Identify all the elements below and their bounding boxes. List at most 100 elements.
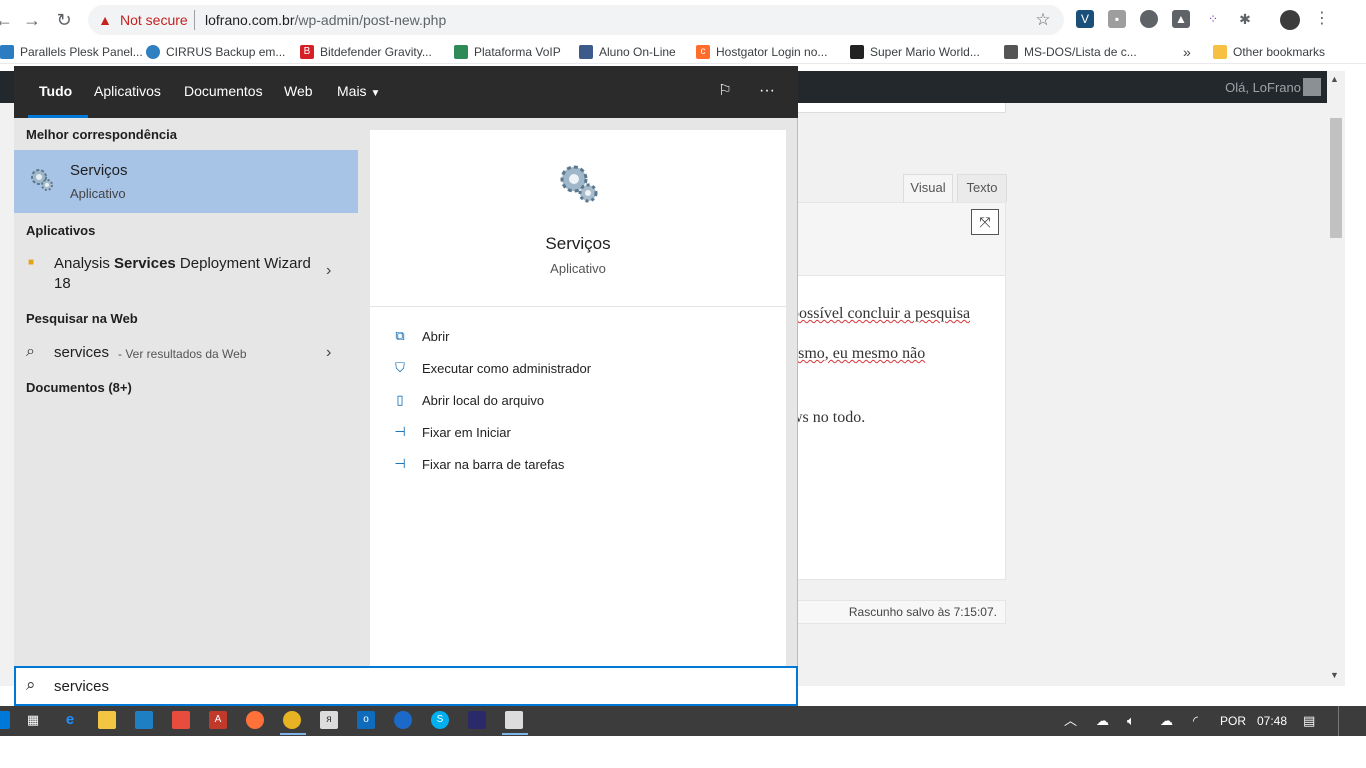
profile-avatar[interactable] — [1280, 10, 1300, 30]
bookmark-star-icon[interactable]: ☆ — [1032, 9, 1054, 31]
start-button[interactable] — [0, 711, 10, 729]
wp-title-field[interactable] — [790, 103, 1006, 113]
scroll-down-icon[interactable]: ▼ — [1330, 670, 1339, 680]
show-desktop-button[interactable] — [1338, 706, 1339, 736]
search-tabs-bar: Tudo Aplicativos Documentos Web Mais ▼ ⚐… — [14, 66, 798, 118]
bookmark-item[interactable]: Plataforma VoIP — [454, 43, 561, 61]
tab-web[interactable]: Web — [284, 66, 313, 118]
search-box[interactable]: ⌕ — [14, 666, 798, 706]
other-bookmarks[interactable]: Other bookmarks — [1213, 43, 1325, 61]
tab-more[interactable]: Mais ▼ — [337, 66, 380, 118]
bookmark-item[interactable]: Super Mario World... — [850, 43, 980, 61]
services-taskbar-icon[interactable] — [505, 711, 523, 729]
extension-circle-icon[interactable] — [1140, 10, 1158, 28]
upload-cloud-icon[interactable]: ☁ — [1160, 712, 1173, 730]
volume-icon[interactable]: 🔈︎ — [1127, 712, 1135, 730]
bookmark-item[interactable]: B Bitdefender Gravity... — [300, 43, 432, 61]
chrome-menu-icon[interactable]: ⋮ — [1313, 10, 1331, 28]
anydesk-icon[interactable] — [172, 711, 190, 729]
bookmark-item[interactable]: Parallels Plesk Panel... — [0, 43, 143, 61]
action-run-as-admin[interactable]: ⛉ Executar como administrador — [392, 356, 591, 380]
tab-apps[interactable]: Aplicativos — [94, 66, 161, 118]
voip-icon — [454, 45, 468, 59]
address-bar[interactable]: ▲ Not secure lofrano.com.br/wp-admin/pos… — [88, 5, 1064, 35]
reload-icon[interactable]: ↻ — [52, 8, 76, 32]
clock[interactable]: 07:48 — [1257, 712, 1287, 730]
file-location-icon: ▯ — [396, 392, 404, 407]
tab-all[interactable]: Tudo — [39, 66, 72, 118]
back-arrow-icon[interactable]: ← — [0, 8, 16, 32]
outlook-icon[interactable]: o — [357, 711, 375, 729]
feedback-icon[interactable]: ⚐ — [714, 80, 736, 102]
open-icon: ⧉ — [395, 328, 405, 343]
search-icon: ⌕ — [26, 343, 35, 360]
extension-drive-icon[interactable]: ▲ — [1172, 10, 1190, 28]
web-result-item[interactable]: ⌕ services - Ver resultados da Web › — [14, 340, 358, 368]
action-open[interactable]: ⧉ Abrir — [392, 324, 449, 348]
extension-chat-icon[interactable]: ▪ — [1108, 10, 1126, 28]
chevron-right-icon[interactable]: › — [326, 262, 331, 280]
wp-tab-text[interactable]: Texto — [957, 174, 1007, 202]
action-open-file-location[interactable]: ▯ Abrir local do arquivo — [392, 388, 544, 412]
onedrive-cloud-icon[interactable]: ☁ — [1096, 712, 1109, 730]
tab-documents[interactable]: Documentos — [184, 66, 263, 118]
extensions-puzzle-icon[interactable]: ✱ — [1236, 10, 1254, 28]
bookmark-item[interactable]: MS-DOS/Lista de c... — [1004, 43, 1137, 61]
invader-icon — [850, 45, 864, 59]
bookmark-item[interactable]: c Hostgator Login no... — [696, 43, 827, 61]
chrome-icon[interactable] — [283, 711, 301, 729]
detail-title: Serviços — [545, 234, 611, 253]
firefox-icon[interactable] — [246, 711, 264, 729]
not-secure-label[interactable]: Not secure — [120, 12, 188, 28]
language-indicator[interactable]: POR — [1220, 712, 1246, 730]
action-pin-to-start[interactable]: ⊣ Fixar em Iniciar — [392, 420, 511, 444]
app-result-item[interactable]: ■ Analysis Services Deployment Wizard 18… — [14, 252, 358, 296]
search-input[interactable] — [54, 675, 754, 697]
skype-icon[interactable]: S — [431, 711, 449, 729]
scroll-up-icon[interactable]: ▲ — [1330, 74, 1339, 84]
best-match-item[interactable]: Serviços Aplicativo — [14, 150, 358, 213]
wp-draft-status: Rascunho salvo às 7:15:07. — [790, 600, 1006, 624]
extension-dots-icon[interactable]: ⁘ — [1204, 10, 1222, 28]
file-explorer-icon[interactable] — [98, 711, 116, 729]
cpanel-icon: c — [696, 45, 710, 59]
action-pin-to-taskbar[interactable]: ⊣ Fixar na barra de tarefas — [392, 452, 564, 476]
services-gear-icon — [560, 165, 598, 203]
detail-subtitle: Aplicativo — [550, 261, 606, 276]
app-icon: ■ — [28, 257, 35, 268]
active-app-indicator — [502, 733, 528, 735]
windows-taskbar: ▦ e A ᴙ o S ︿ ☁ 🔈︎ ☁ ◜ POR 07:48 ▤ — [0, 706, 1366, 736]
notifications-icon[interactable]: ▤ — [1303, 712, 1315, 730]
services-gear-icon — [31, 169, 53, 191]
teamviewer-icon[interactable] — [394, 711, 412, 729]
search-icon: ⌕ — [26, 675, 36, 694]
wp-user-avatar[interactable] — [1303, 78, 1321, 96]
pin-taskbar-icon: ⊣ — [394, 456, 406, 471]
best-match-title: Serviços — [70, 162, 128, 179]
scrollbar-thumb[interactable] — [1330, 118, 1342, 238]
more-options-icon[interactable]: ··· — [756, 80, 778, 102]
wp-editor-content[interactable]: possível concluir a pesquisa esmo, eu me… — [790, 276, 1006, 580]
documents-section-header[interactable]: Documentos (8+) — [26, 380, 132, 395]
url-text[interactable]: lofrano.com.br/wp-admin/post-new.php — [205, 12, 446, 28]
fullscreen-icon[interactable]: ⤧ — [971, 209, 999, 235]
wp-greeting[interactable]: Olá, LoFrano — [1225, 80, 1301, 95]
chevron-right-icon[interactable]: › — [326, 344, 331, 362]
trello-icon[interactable] — [135, 711, 153, 729]
bookmark-item[interactable]: CIRRUS Backup em... — [146, 43, 285, 61]
task-view-icon[interactable]: ▦ — [24, 711, 42, 729]
extension-v-icon[interactable]: V — [1076, 10, 1094, 28]
app-icon[interactable] — [468, 711, 486, 729]
wifi-icon[interactable]: ◜ — [1193, 712, 1198, 730]
edge-icon[interactable]: e — [61, 711, 79, 729]
photos-icon[interactable]: ᴙ — [320, 711, 338, 729]
bookmark-item[interactable]: Aluno On-Line — [579, 43, 676, 61]
bookmarks-overflow-button[interactable]: » — [1183, 43, 1191, 61]
bookmarks-bar: Parallels Plesk Panel... CIRRUS Backup e… — [0, 40, 1366, 64]
tray-chevron-up-icon[interactable]: ︿ — [1064, 712, 1077, 730]
acrobat-icon[interactable]: A — [209, 711, 227, 729]
wp-tab-visual[interactable]: Visual — [903, 174, 953, 202]
warning-icon[interactable]: ▲ — [96, 11, 114, 29]
forward-arrow-icon[interactable]: → — [20, 8, 44, 32]
url-host: lofrano.com.br — [205, 12, 295, 28]
